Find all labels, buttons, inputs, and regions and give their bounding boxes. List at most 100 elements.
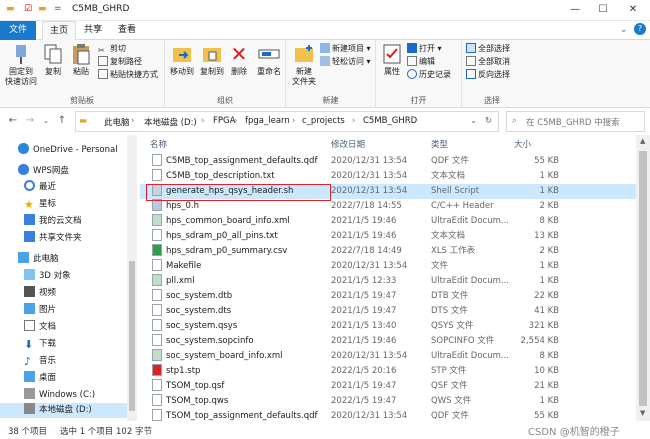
file-row[interactable]: Makefile 2020/12/31 13:54 文件 1 KB [140,259,636,274]
nav-item-downloads[interactable]: ⬇ 下载 [24,337,56,352]
history-button[interactable]: 历史记录 [407,69,451,80]
file-row[interactable]: hps_common_board_info.xml 2021/1/5 19:46 U… [140,214,636,229]
back-arrow-icon[interactable]: ← [6,114,20,128]
nav-item-starred[interactable]: ★ 星标 [24,197,56,212]
select-group-label: 选择 [484,96,500,105]
close-button[interactable]: ✕ [622,2,644,18]
paste-button[interactable]: 粘贴 [68,43,94,77]
file-row[interactable]: soc_system.qsys 2021/1/5 13:40 QSYS 文件 321 … [140,319,636,334]
nav-item-recent[interactable]: 最近 [24,180,56,195]
file-name: soc_system_board_info.xml [166,351,283,361]
edit-button[interactable]: 编辑 [407,56,435,67]
file-row[interactable]: hps_0.h 2022/7/18 14:55 C/C++ Header 2 KB [140,199,636,214]
column-size[interactable]: 大小 [514,138,531,150]
select-all-button[interactable]: 全部选择 [466,43,510,54]
help-icon[interactable]: ? [634,23,646,35]
tab-view[interactable]: 查看 [112,21,142,40]
nav-item-music[interactable]: ♪ 音乐 [24,354,56,369]
nav-item-cloud-docs[interactable]: 我的云文档 [24,214,82,229]
address-bar[interactable]: ▬ 此电脑 本地磁盘 (D:) FPGA fpga_learn c_projec… [75,111,499,132]
search-input[interactable]: ⌕ 在 C5MB_GHRD 中搜索 [506,111,645,132]
scroll-thumb[interactable] [639,151,647,406]
copy-to-button[interactable]: 复制到 [197,43,227,77]
nav-item-shared-folder[interactable]: 共享文件夹 [24,231,82,246]
nav-item-onedrive[interactable]: OneDrive - Personal [18,143,118,158]
column-type[interactable]: 类型 [431,138,448,150]
breadcrumb-c5mb-ghrd[interactable]: C5MB_GHRD [363,116,417,126]
easy-access-button[interactable]: 轻松访问 ▾ [320,56,371,67]
file-row[interactable]: soc_system.dtb 2021/1/5 19:47 DTB 文件 22 KB [140,289,636,304]
ribbon-collapse-icon[interactable]: ⌄ [620,25,628,35]
nav-item-desktop[interactable]: 桌面 [24,371,56,386]
nav-item-3d-objects[interactable]: 3D 对象 [24,269,71,284]
ribbon-tabs: 文件 主页 共享 查看 ⌄ ? [0,21,650,41]
new-folder-quick-icon[interactable]: ▬ [38,4,47,14]
tab-file[interactable]: 文件 [0,21,36,40]
new-folder-button[interactable]: 新建 文件夹 [289,43,319,87]
nav-item-pictures[interactable]: 图片 [24,303,56,318]
recent-dropdown-icon[interactable]: ⌄ [39,114,53,128]
move-to-button[interactable]: 移动到 [167,43,197,77]
file-row[interactable]: stp1.stp 2022/1/5 20:16 STP 文件 10 KB [140,364,636,379]
pin-icon [10,43,32,65]
minimize-button[interactable]: — [564,2,586,18]
scroll-up-icon[interactable]: ▲ [640,137,645,145]
column-date[interactable]: 修改日期 [331,138,365,150]
nav-item-drive-c[interactable]: Windows (C:) [24,388,95,403]
file-size: 13 KB [534,231,559,241]
scroll-down-icon[interactable]: ▼ [640,409,645,417]
rename-button[interactable]: 重命名 [253,43,285,77]
open-button[interactable]: 打开 ▾ [407,43,442,54]
pin-button[interactable]: 固定到 快速访问 [4,43,38,87]
file-size: 1 KB [539,261,559,271]
copy-button[interactable]: 复制 [40,43,66,77]
file-row[interactable]: soc_system.sopcinfo 2021/1/5 19:46 SOPCINF… [140,334,636,349]
new-folder-icon [293,43,315,65]
breadcrumb-fpga[interactable]: FPGA [213,116,235,126]
nav-item-this-pc[interactable]: 此电脑 [18,252,59,267]
rename-icon [258,43,280,65]
nav-item-drive-d[interactable]: 本地磁盘 (D:) [0,403,127,418]
breadcrumb-this-pc[interactable]: 此电脑 [104,116,130,128]
file-name-cell: soc_system.dtb [152,289,232,304]
cube-icon [24,269,35,280]
copy-path-button[interactable]: 复制路径 [98,56,142,67]
breadcrumb-c-projects[interactable]: c_projects [302,116,345,126]
cut-button[interactable]: ✂ 剪切 [98,43,126,55]
column-name[interactable]: 名称 [150,138,167,150]
nav-item-wps-drive[interactable]: WPS网盘 [18,164,69,179]
properties-button[interactable]: 属性 [379,43,405,77]
paste-shortcut-button[interactable]: 粘贴快捷方式 [98,69,158,80]
new-item-button[interactable]: 新建项目 ▾ [320,43,371,54]
properties-quick-icon[interactable]: ☑ [24,4,32,14]
file-list-scrollbar[interactable]: ▲ ▼ [636,135,650,421]
file-row[interactable]: hps_sdram_p0_all_pins.txt 2021/1/5 19:46 文… [140,229,636,244]
file-row[interactable]: soc_system_board_info.xml 2020/12/31 13:5… [140,349,636,364]
breadcrumb-fpga-learn[interactable]: fpga_learn [245,116,290,126]
file-row[interactable]: TSOM_top.qws 2022/1/5 19:47 QWS 文件 1 KB [140,394,636,409]
up-arrow-icon[interactable]: ↑ [55,114,69,128]
file-size: 10 KB [534,366,559,376]
file-row[interactable]: soc_system.dts 2021/1/5 19:47 DTS 文件 41 KB [140,304,636,319]
file-row[interactable]: TSOM_top.qsf 2021/1/5 19:47 QSF 文件 21 KB [140,379,636,394]
file-row[interactable]: pll.xml 2021/1/5 12:33 UltraEdit Docum... 1… [140,274,636,289]
breadcrumb-drive-d[interactable]: 本地磁盘 (D:) [144,116,197,128]
select-none-button[interactable]: 全部取消 [466,56,510,67]
file-row[interactable]: hps_sdram_p0_summary.csv 2022/7/18 14:49 X… [140,244,636,259]
invert-selection-button[interactable]: 反向选择 [466,69,510,80]
tab-share[interactable]: 共享 [78,21,108,40]
file-row[interactable]: C5MB_top_description.txt 2020/12/31 13:54… [140,169,636,184]
select-none-icon [466,56,476,66]
nav-item-documents[interactable]: 文档 [24,320,56,335]
delete-button[interactable]: ✕ 删除 [227,43,251,77]
refresh-icon[interactable]: ↻ [485,116,492,126]
nav-item-videos[interactable]: 视频 [24,286,56,301]
quick-access-dropdown-icon[interactable]: = [54,4,62,14]
maximize-button[interactable]: ☐ [592,2,614,18]
tab-home[interactable]: 主页 [42,21,76,41]
nav-scroll-thumb[interactable] [129,261,135,411]
address-dropdown-icon[interactable]: ⌄ [470,116,477,126]
nav-scrollbar[interactable] [127,135,137,421]
forward-arrow-icon[interactable]: → [23,114,37,128]
file-row[interactable]: C5MB_top_assignment_defaults.qdf 2020/12/… [140,154,636,169]
